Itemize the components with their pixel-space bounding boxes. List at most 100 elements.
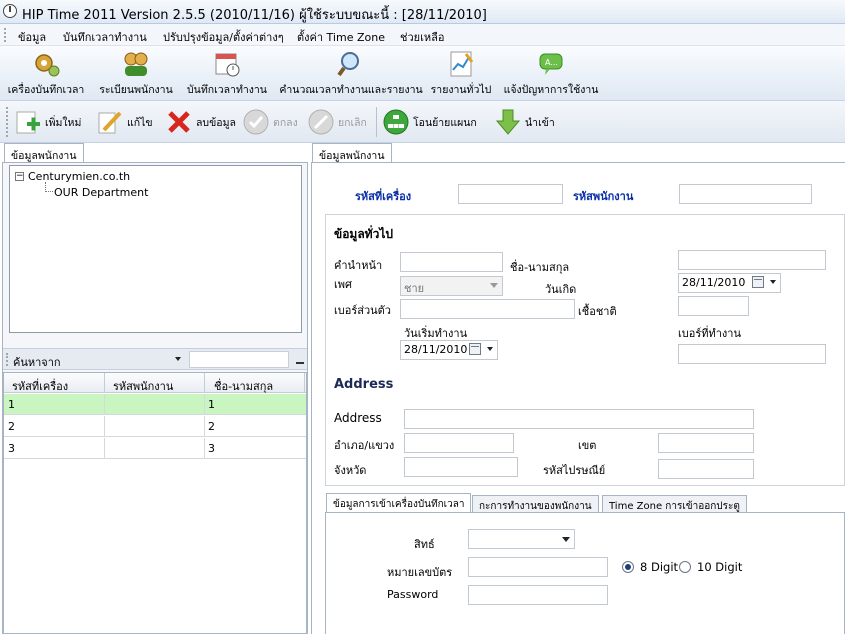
ribbon-label: ระเบียนพนักงาน <box>99 84 173 96</box>
chart-report-icon <box>450 51 474 77</box>
general-info-title: ข้อมูลทั่วไป <box>334 227 393 241</box>
postcode-label: รหัสไปรษณีย์ <box>543 464 606 477</box>
left-panel: − Centurymien.co.th OUR Department ค้นหา… <box>2 162 308 634</box>
employee-detail-panel: รหัสที่เครื่อง รหัสพนักงาน ข้อมูลทั่วไป … <box>311 162 845 634</box>
menu-grip <box>4 28 7 42</box>
work-phone-input[interactable] <box>678 344 826 364</box>
rights-select[interactable] <box>468 529 575 549</box>
tab-employee-left[interactable]: ข้อมูลพนักงาน <box>4 143 84 163</box>
ribbon-label: บันทึกเวลาทำงาน <box>187 84 267 96</box>
move-department-button[interactable]: โอนย้ายแผนก <box>382 105 477 139</box>
tree-child-node[interactable]: OUR Department <box>54 186 148 199</box>
subtab-machine-access[interactable]: ข้อมูลการเข้าเครื่องบันทึกเวลา <box>326 493 472 513</box>
menu-settings[interactable]: ปรับปรุงข้อมูล/ตั้งค่าต่างๆ <box>163 28 284 46</box>
subtab-work-shift[interactable]: กะการทำงานของพนักงาน <box>472 495 599 513</box>
overflow-chevron-icon[interactable] <box>296 355 304 364</box>
move-department-label: โอนย้ายแผนก <box>413 116 477 129</box>
chevron-down-icon <box>490 283 498 288</box>
address-input[interactable] <box>404 409 754 429</box>
delete-button[interactable]: ลบข้อมูล <box>165 105 236 139</box>
tab-employee-right[interactable]: ข้อมูลพนักงาน <box>312 143 392 163</box>
birthdate-picker[interactable]: 28/11/2010 <box>678 273 781 293</box>
column-machine-code[interactable]: รหัสที่เครื่อง <box>12 377 68 395</box>
check-icon <box>243 109 269 135</box>
nationality-label: เชื้อชาติ <box>578 305 617 318</box>
cancel-icon <box>308 109 334 135</box>
search-column-select[interactable] <box>63 351 185 368</box>
birthdate-label: วันเกิด <box>545 283 577 296</box>
ribbon-time-machine-button[interactable]: เครื่องบันทึกเวลา <box>4 48 88 98</box>
calendar-icon[interactable] <box>469 343 481 355</box>
employee-code-input[interactable] <box>679 184 812 204</box>
title-bar: HIP Time 2011 Version 2.5.5 (2010/11/16)… <box>0 0 845 24</box>
district-input[interactable] <box>404 433 514 453</box>
cell-divider <box>204 394 205 415</box>
personal-phone-input[interactable] <box>400 299 575 319</box>
tree-collapse-icon[interactable]: − <box>15 172 24 181</box>
tree-root-node[interactable]: Centurymien.co.th <box>28 170 130 183</box>
district-label: อำเภอ/แขวง <box>334 439 395 452</box>
nationality-input[interactable] <box>678 296 749 316</box>
ribbon-report-problem-button[interactable]: A... แจ้งปัญหาการใช้งาน <box>500 48 602 98</box>
cell-divider <box>104 438 105 459</box>
fullname-input[interactable] <box>678 250 826 270</box>
add-button[interactable]: เพิ่มใหม่ <box>14 105 81 139</box>
import-arrow-icon <box>495 109 521 135</box>
menu-help[interactable]: ช่วยเหลือ <box>400 28 444 46</box>
machine-code-label: รหัสที่เครื่อง <box>355 190 412 203</box>
cell-divider <box>104 416 105 437</box>
ribbon-time-record-button[interactable]: บันทึกเวลาทำงาน <box>184 48 270 98</box>
ribbon-label: แจ้งปัญหาการใช้งาน <box>503 84 599 96</box>
ribbon-calculate-report-button[interactable]: คำนวณเวลาทำงานและรายงาน <box>276 48 426 98</box>
menu-time-record[interactable]: บันทึกเวลาทำงาน <box>63 28 147 46</box>
password-input[interactable] <box>468 585 608 605</box>
digit8-radio[interactable] <box>622 561 634 573</box>
table-row[interactable]: 3 3 <box>4 438 306 459</box>
personal-phone-label: เบอร์ส่วนตัว <box>334 304 391 317</box>
postcode-input[interactable] <box>658 459 754 479</box>
menu-data[interactable]: ข้อมูล <box>18 28 46 46</box>
prefix-input[interactable] <box>400 252 503 272</box>
card-number-input[interactable] <box>468 557 608 577</box>
ribbon-employee-register-button[interactable]: ระเบียนพนักงาน <box>94 48 178 98</box>
ribbon-general-report-button[interactable]: รายงานทั่วไป <box>428 48 494 98</box>
birthdate-value: 28/11/2010 <box>682 276 746 289</box>
table-row[interactable]: 1 1 <box>4 394 306 415</box>
cell-fullname: 2 <box>208 420 215 433</box>
chevron-down-icon <box>175 357 181 361</box>
subtab-timezone-door[interactable]: Time Zone การเข้าออกประตู <box>602 495 747 513</box>
calendar-icon[interactable] <box>752 276 764 288</box>
zone-label: เขต <box>578 439 597 452</box>
machine-code-input[interactable] <box>458 184 563 204</box>
menu-timezone[interactable]: ตั้งค่า Time Zone <box>297 28 385 46</box>
start-date-value: 28/11/2010 <box>404 343 468 356</box>
column-divider <box>304 373 305 393</box>
fullname-label: ชื่อ-นามสกุล <box>510 261 570 274</box>
window-title: HIP Time 2011 Version 2.5.5 (2010/11/16)… <box>22 8 487 23</box>
magnifier-icon <box>337 52 359 77</box>
digit10-radio[interactable] <box>679 561 691 573</box>
cell-divider <box>204 438 205 459</box>
column-divider <box>104 373 105 393</box>
ok-button[interactable]: ตกลง <box>242 105 298 139</box>
digit10-label: 10 Digit <box>697 560 743 574</box>
ribbon-label: เครื่องบันทึกเวลา <box>7 84 85 96</box>
zone-input[interactable] <box>658 433 754 453</box>
column-fullname[interactable]: ชื่อ-นามสกุล <box>214 377 273 395</box>
cancel-button[interactable]: ยกเลิก <box>307 105 367 139</box>
table-row[interactable]: 2 2 <box>4 416 306 437</box>
address-section-title: Address <box>334 377 394 392</box>
svg-text:A...: A... <box>545 58 558 67</box>
chevron-down-icon <box>562 537 570 542</box>
chevron-down-icon <box>487 347 493 351</box>
start-date-picker[interactable]: 28/11/2010 <box>400 340 498 360</box>
column-employee-code[interactable]: รหัสพนักงาน <box>113 377 173 395</box>
gender-value: ชาย <box>404 282 425 295</box>
machine-access-tab-panel: สิทธ์ หมายเลขบัตร 8 Digit 10 Digit Passw… <box>325 512 845 634</box>
search-input[interactable] <box>189 351 289 368</box>
delete-label: ลบข้อมูล <box>196 116 236 129</box>
edit-button[interactable]: แก้ไข <box>96 105 153 139</box>
gender-select[interactable]: ชาย <box>400 276 503 296</box>
import-button[interactable]: นำเข้า <box>494 105 555 139</box>
province-input[interactable] <box>404 457 518 477</box>
